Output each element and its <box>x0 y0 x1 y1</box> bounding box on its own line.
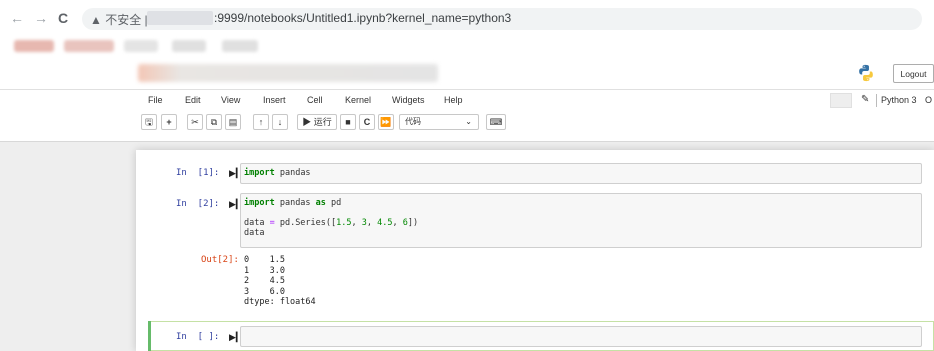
input-prompt: In [2]: <box>176 199 220 209</box>
code-keyword: import <box>244 168 275 178</box>
output-block: 0 1.5 1 3.0 2 4.5 3 6.0 dtype: float64 <box>244 255 316 308</box>
trusted-indicator[interactable] <box>830 93 852 108</box>
chevron-down-icon: ⌄ <box>465 117 472 126</box>
bookmark-redacted[interactable] <box>222 40 258 52</box>
menu-widgets[interactable]: Widgets <box>392 95 425 105</box>
add-cell-icon[interactable]: + <box>161 114 177 130</box>
back-arrow-icon[interactable]: ← <box>10 10 24 26</box>
kernel-status-icon: O <box>925 95 933 105</box>
notebook-toolbar: 🖫 + ✂ ⧉ ▤ ↑ ↓ ▶ 运行 ■ C ⏩ 代码 ⌄ ⌨ <box>0 112 934 134</box>
menu-help[interactable]: Help <box>444 95 463 105</box>
code-block: import pandas as pd data = pd.Series([1.… <box>241 194 921 242</box>
input-prompt: In [ ]: <box>176 332 220 342</box>
bookmark-redacted[interactable] <box>14 40 54 52</box>
restart-icon[interactable]: C <box>359 114 375 130</box>
output-line: 1 3.0 <box>244 265 285 276</box>
copy-icon[interactable]: ⧉ <box>206 114 222 130</box>
cell-type-select[interactable]: 代码 ⌄ <box>399 114 479 130</box>
python-logo-icon <box>859 64 873 82</box>
code-line: data <box>244 228 265 238</box>
input-prompt: In [1]: <box>176 168 220 178</box>
menu-cell[interactable]: Cell <box>307 95 323 105</box>
output-line: dtype: float64 <box>244 297 316 308</box>
output-line: 0 1.5 <box>244 255 285 265</box>
menu-edit[interactable]: Edit <box>185 95 201 105</box>
keyboard-icon[interactable]: ⌨ <box>486 114 506 130</box>
run-button[interactable]: ▶ 运行 <box>297 114 337 130</box>
code-cell-input[interactable] <box>240 326 922 347</box>
bookmark-redacted[interactable] <box>172 40 206 52</box>
menu-kernel[interactable]: Kernel <box>345 95 371 105</box>
forward-arrow-icon[interactable]: → <box>34 10 48 26</box>
move-up-icon[interactable]: ↑ <box>253 114 269 130</box>
reload-icon[interactable]: C <box>58 10 68 26</box>
selected-cell-indicator <box>148 321 151 351</box>
output-line: 2 4.5 <box>244 276 285 287</box>
notebook-title-redacted[interactable] <box>138 64 438 82</box>
kernel-name[interactable]: Python 3 <box>881 95 917 105</box>
code-line: import pandas as pd <box>244 198 342 208</box>
bookmarks-bar <box>0 36 934 58</box>
kernel-separator <box>876 94 877 107</box>
menubar: File Edit View Insert Cell Kernel Widget… <box>0 90 934 112</box>
code-cell-input[interactable]: import pandas as pd data = pd.Series([1.… <box>240 193 922 248</box>
stop-icon[interactable]: ■ <box>340 114 356 130</box>
output-prompt: Out[2]: <box>201 255 239 265</box>
url-text[interactable]: :9999/notebooks/Untitled1.ipynb?kernel_n… <box>214 11 511 25</box>
jupyter-header: Logout <box>0 58 934 88</box>
bookmark-redacted[interactable] <box>64 40 114 52</box>
menu-view[interactable]: View <box>221 95 240 105</box>
security-warning[interactable]: ▲ 不安全 | <box>90 11 148 28</box>
restart-run-all-icon[interactable]: ⏩ <box>378 114 394 130</box>
url-host-redacted <box>147 11 213 25</box>
cell-type-value: 代码 <box>405 117 421 126</box>
output-line: 3 6.0 <box>244 286 285 297</box>
paste-icon[interactable]: ▤ <box>225 114 241 130</box>
pencil-icon[interactable]: ✎ <box>861 94 869 105</box>
move-down-icon[interactable]: ↓ <box>272 114 288 130</box>
code-line: data = pd.Series([1.5, 3, 4.5, 6]) <box>244 218 419 228</box>
code-cell-input[interactable]: import pandas <box>240 163 922 184</box>
browser-address-bar: ← → C ▲ 不安全 | :9999/notebooks/Untitled1.… <box>0 0 934 36</box>
save-icon[interactable]: 🖫 <box>141 114 157 130</box>
menu-insert[interactable]: Insert <box>263 95 286 105</box>
logout-button[interactable]: Logout <box>893 64 934 83</box>
menu-file[interactable]: File <box>148 95 163 105</box>
code-line: pandas <box>279 168 311 178</box>
cut-icon[interactable]: ✂ <box>187 114 203 130</box>
bookmark-redacted[interactable] <box>124 40 158 52</box>
